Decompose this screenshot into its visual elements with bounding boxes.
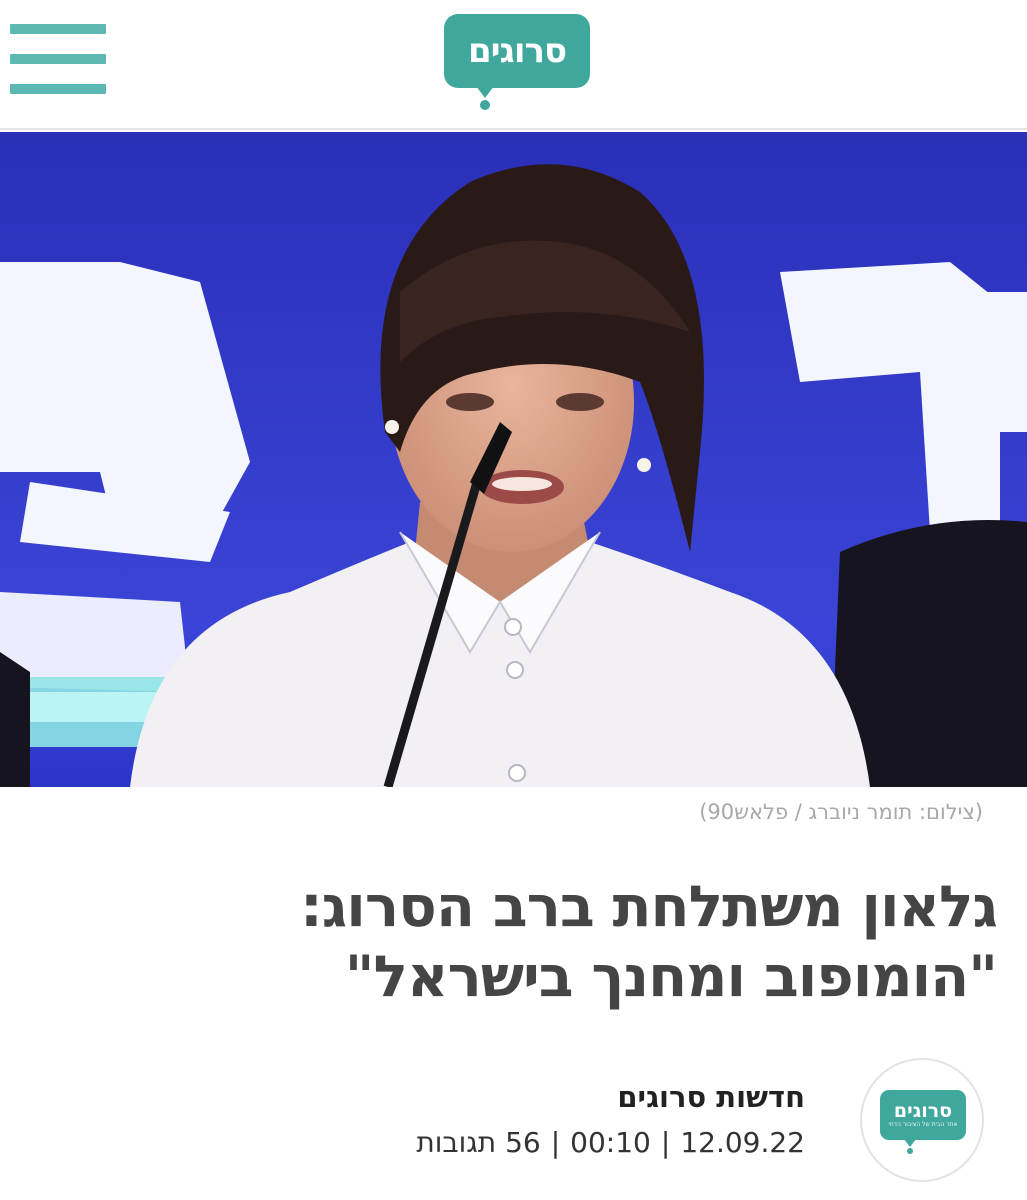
avatar-logo-tagline: אתר הבית של הציבור הדתי [888,1121,958,1128]
hamburger-menu-icon[interactable] [10,24,106,96]
author-name[interactable]: חדשות סרוגים [617,1080,805,1114]
publish-time: 00:10 [570,1126,651,1159]
site-logo[interactable]: סרוגים [444,14,590,110]
menu-bar [10,54,106,64]
article-hero-image [0,132,1027,787]
headline-line-1: גלאון משתלחת ברב הסרוג: [300,874,998,940]
avatar-bubble-dot [907,1148,913,1154]
image-credit-caption: (צילום: תומר ניוברג / פלאש90) [699,800,983,824]
meta-separator: | [660,1126,671,1159]
headline-line-2: "הומופוב ומחנך בישראל" [344,944,998,1010]
site-header: סרוגים [0,0,1027,130]
logo-bubble: סרוגים [444,14,590,88]
logo-text: סרוגים [467,31,567,71]
avatar-logo-bubble: סרוגים אתר הבית של הציבור הדתי [880,1090,966,1140]
meta-separator: | [550,1126,561,1159]
logo-bubble-tail [476,86,494,98]
avatar-bubble-tail [904,1139,916,1147]
menu-bar [10,84,106,94]
article-meta: 12.09.22 | 00:10 | 56 תגובות [416,1126,805,1159]
article-headline: גלאון משתלחת ברב הסרוג: "הומופוב ומחנך ב… [37,872,998,1012]
publish-date: 12.09.22 [680,1126,805,1159]
author-avatar[interactable]: סרוגים אתר הבית של הציבור הדתי [860,1058,984,1182]
menu-bar [10,24,106,34]
hero-photo-illustration [0,132,1027,787]
comments-count-link[interactable]: 56 תגובות [416,1126,540,1159]
logo-bubble-dot [480,100,490,110]
avatar-logo-text: סרוגים [893,1100,953,1122]
